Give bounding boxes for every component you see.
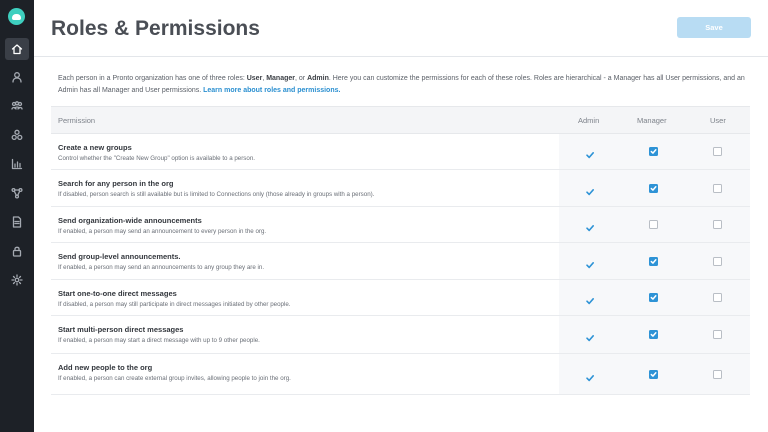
permission-description: If enabled, a person may send an announc… [58, 228, 267, 235]
role-manager-label: Manager [266, 75, 295, 82]
sidebar-item-home[interactable] [5, 38, 29, 60]
manager-checkbox[interactable] [649, 184, 658, 193]
permission-name: Search for any person in the org [58, 179, 174, 188]
manager-checkbox[interactable] [649, 220, 658, 229]
permission-description: If enabled, a person may send an announc… [58, 264, 265, 271]
role-admin-label: Admin [307, 75, 329, 82]
sidebar-item-settings[interactable] [5, 269, 29, 291]
pronto-logo-icon[interactable] [8, 8, 25, 25]
table-row: Add new people to the org If enabled, a p… [51, 354, 750, 395]
users-icon [11, 101, 23, 110]
analytics-icon [11, 158, 23, 170]
user-icon [12, 72, 22, 83]
sidebar-item-profile[interactable] [5, 66, 29, 88]
groups-icon [11, 129, 23, 141]
manager-checkbox[interactable] [649, 293, 658, 302]
permissions-table: Permission Admin Manager User Create a n… [51, 106, 750, 395]
user-checkbox[interactable] [713, 370, 722, 379]
user-checkbox[interactable] [713, 330, 722, 339]
user-checkbox[interactable] [713, 220, 722, 229]
column-header-user: User [710, 116, 726, 125]
gear-icon [11, 274, 23, 286]
manager-checkbox[interactable] [649, 147, 658, 156]
permission-name: Send group-level announcements. [58, 252, 181, 261]
admin-check-icon [585, 184, 595, 196]
table-row: Search for any person in the org If disab… [51, 170, 750, 207]
sidebar-item-groups[interactable] [5, 124, 29, 146]
permission-description: If disabled, a person may still particip… [58, 301, 291, 308]
sidebar-item-analytics[interactable] [5, 153, 29, 175]
user-checkbox[interactable] [713, 257, 722, 266]
permission-name: Add new people to the org [58, 363, 153, 372]
admin-check-icon [585, 257, 595, 269]
manager-checkbox[interactable] [649, 257, 658, 266]
table-row: Send group-level announcements. If enable… [51, 243, 750, 280]
permission-description: If enabled, a person can create external… [58, 375, 291, 382]
admin-check-icon [585, 147, 595, 159]
integrations-icon [11, 187, 23, 199]
table-row: Start one-to-one direct messages If disab… [51, 280, 750, 316]
sidebar-item-documents[interactable] [5, 211, 29, 233]
permission-name: Send organization-wide announcements [58, 216, 202, 225]
roles-description: Each person in a Pronto organization has… [58, 75, 745, 94]
permission-description: Control whether the "Create New Group" o… [58, 155, 255, 162]
save-button[interactable]: Save [677, 17, 751, 38]
permission-name: Start multi-person direct messages [58, 325, 184, 334]
table-row: Send organization-wide announcements If e… [51, 207, 750, 243]
column-header-admin: Admin [578, 116, 600, 125]
admin-check-icon [585, 293, 595, 305]
table-header: Permission Admin Manager User [51, 107, 750, 134]
permission-description: If disabled, person search is still avai… [58, 191, 375, 198]
user-checkbox[interactable] [713, 184, 722, 193]
admin-check-icon [585, 220, 595, 232]
sidebar-item-integrations[interactable] [5, 182, 29, 204]
lock-icon [12, 246, 22, 257]
permission-description: If enabled, a person may start a direct … [58, 337, 260, 344]
document-icon [12, 216, 22, 228]
home-icon [11, 44, 23, 55]
user-checkbox[interactable] [713, 147, 722, 156]
table-row: Start multi-person direct messages If ena… [51, 316, 750, 354]
page-header: Roles & Permissions Save [34, 0, 768, 57]
table-row: Create a new groups Control whether the "… [51, 134, 750, 170]
table-body: Create a new groups Control whether the "… [51, 134, 750, 395]
sidebar [0, 0, 34, 432]
app-window: Roles & Permissions Save Each person in … [0, 0, 768, 432]
learn-more-link[interactable]: Learn more about roles and permissions. [203, 87, 340, 94]
sidebar-item-people[interactable] [5, 95, 29, 117]
column-header-manager: Manager [637, 116, 667, 125]
sidebar-item-security[interactable] [5, 240, 29, 262]
manager-checkbox[interactable] [649, 370, 658, 379]
column-header-permission: Permission [58, 116, 96, 125]
user-checkbox[interactable] [713, 293, 722, 302]
admin-check-icon [585, 370, 595, 382]
role-user-label: User [246, 75, 263, 82]
manager-checkbox[interactable] [649, 330, 658, 339]
permission-name: Start one-to-one direct messages [58, 289, 177, 298]
permission-name: Create a new groups [58, 143, 132, 152]
page-title: Roles & Permissions [51, 17, 260, 40]
admin-check-icon [585, 330, 595, 342]
description-text: Each person in a Pronto organization has… [58, 75, 247, 82]
